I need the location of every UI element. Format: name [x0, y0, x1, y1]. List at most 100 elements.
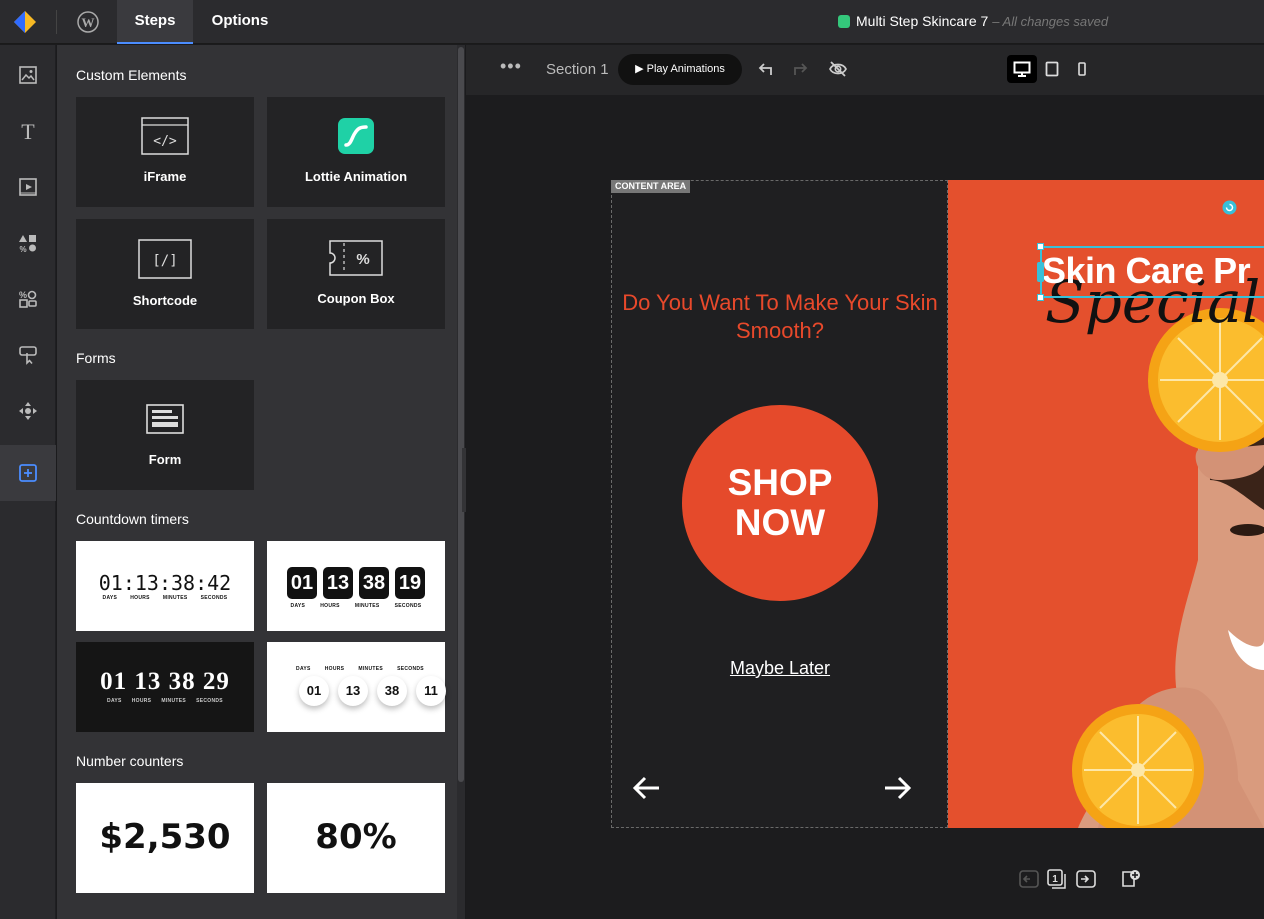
- coupon-icon: %: [329, 240, 383, 276]
- counter-value: 80%: [315, 817, 397, 857]
- arrow-right-icon[interactable]: [881, 772, 913, 804]
- section-title-forms: Forms: [76, 350, 116, 366]
- hide-eye-icon[interactable]: [828, 59, 848, 79]
- tile-form-label: Form: [148, 452, 182, 467]
- tablet-icon: [1045, 61, 1059, 77]
- more-options-icon[interactable]: •••: [500, 56, 522, 77]
- rail-navigation-button[interactable]: [0, 383, 56, 439]
- counter-value: $2,530: [99, 817, 231, 857]
- selection-box: [1040, 246, 1264, 298]
- tile-countdown-style-4[interactable]: DAYS HOURS MINUTES SECONDS 01 13 38 11: [267, 642, 446, 732]
- step-number-icon[interactable]: 1: [1046, 868, 1068, 890]
- tile-iframe-label: iFrame: [143, 169, 187, 184]
- section-title-number-counters: Number counters: [76, 753, 184, 769]
- document-status-icon: [838, 15, 850, 28]
- svg-text:%: %: [356, 251, 369, 268]
- shop-now-line-2: NOW: [734, 502, 826, 543]
- tile-coupon-label: Coupon Box: [317, 291, 395, 306]
- device-tablet-button[interactable]: [1037, 55, 1067, 83]
- popup-headline[interactable]: Do You Want To Make Your Skin Smooth?: [612, 289, 948, 345]
- form-icon: [146, 404, 184, 434]
- device-desktop-button[interactable]: [1007, 55, 1037, 83]
- iframe-icon: </>: [141, 117, 189, 155]
- rotate-icon[interactable]: [1222, 200, 1237, 215]
- tile-counter-percent[interactable]: 80%: [267, 783, 445, 893]
- lottie-icon: [338, 118, 374, 154]
- video-icon: [19, 178, 37, 196]
- svg-text:%: %: [19, 245, 26, 254]
- countdown-value: 01:13:38:42: [98, 571, 232, 595]
- tile-shortcode[interactable]: [/] Shortcode: [76, 219, 254, 329]
- shop-now-line-1: SHOP: [727, 462, 833, 503]
- section-label[interactable]: Section 1: [546, 61, 609, 78]
- section-title-custom-elements: Custom Elements: [76, 67, 187, 83]
- rail-add-element-button[interactable]: [0, 445, 56, 501]
- countdown-blocks: 01 13 38 19: [287, 567, 425, 599]
- scrollbar-thumb[interactable]: [458, 47, 464, 782]
- app-logo-icon[interactable]: [12, 9, 38, 35]
- shop-now-button[interactable]: SHOP NOW: [682, 405, 878, 601]
- mobile-icon: [1078, 62, 1086, 76]
- wordpress-icon[interactable]: W: [74, 8, 102, 36]
- document-title[interactable]: Multi Step Skincare 7 – All changes save…: [838, 13, 1108, 29]
- tab-steps[interactable]: Steps: [117, 0, 193, 44]
- rail-video-button[interactable]: [0, 159, 56, 215]
- device-mobile-button[interactable]: [1067, 55, 1097, 83]
- tile-lottie-animation[interactable]: Lottie Animation: [267, 97, 445, 207]
- undo-icon[interactable]: [758, 59, 778, 79]
- topbar-divider: [56, 10, 57, 34]
- countdown-labels: DAYS HOURS MINUTES SECONDS: [102, 595, 228, 601]
- pointer-button-icon: [19, 346, 37, 365]
- rail-image-button[interactable]: [0, 47, 56, 103]
- play-animations-button[interactable]: ▶ Play Animations: [618, 54, 742, 85]
- countdown-labels: DAYS HOURS MINUTES SECONDS: [296, 666, 424, 672]
- tile-countdown-style-2[interactable]: 01 13 38 19 DAYS HOURS MINUTES SECONDS: [267, 541, 445, 631]
- resize-handle[interactable]: [1037, 294, 1044, 301]
- rail-text-button[interactable]: T: [0, 103, 56, 159]
- rail-widgets-button[interactable]: %: [0, 271, 56, 327]
- save-status: – All changes saved: [992, 14, 1109, 29]
- tile-form[interactable]: Form: [76, 380, 254, 490]
- document-title-text: Multi Step Skincare 7: [856, 13, 989, 29]
- resize-handle[interactable]: [1037, 243, 1044, 250]
- arrow-left-icon[interactable]: [631, 772, 663, 804]
- rail-buttons-button[interactable]: [0, 327, 56, 383]
- redo-icon[interactable]: [788, 59, 808, 79]
- section-title-countdown: Countdown timers: [76, 511, 189, 527]
- text-icon: T: [21, 120, 35, 142]
- top-bar: W Steps Options Multi Step Skincare 7 – …: [0, 0, 1264, 44]
- shapes-icon: %: [19, 235, 36, 254]
- resize-handle-side[interactable]: [1037, 262, 1044, 282]
- tile-shortcode-label: Shortcode: [132, 293, 198, 308]
- move-arrows-icon: [19, 402, 37, 420]
- step-back-icon[interactable]: [1018, 868, 1040, 890]
- tile-counter-money[interactable]: $2,530: [76, 783, 254, 893]
- svg-text:T: T: [21, 120, 35, 142]
- svg-text:W: W: [82, 15, 95, 30]
- svg-text:1: 1: [1052, 874, 1058, 885]
- add-step-icon[interactable]: [1120, 868, 1142, 890]
- tile-countdown-style-3[interactable]: 01 13 38 29 DAYS HOURS MINUTES SECONDS: [76, 642, 254, 732]
- tile-coupon-box[interactable]: % Coupon Box: [267, 219, 445, 329]
- step-forward-icon[interactable]: [1075, 868, 1097, 890]
- widgets-icon: %: [19, 290, 37, 308]
- elements-panel: Custom Elements </> iFrame Lottie Animat…: [57, 45, 457, 919]
- countdown-labels: DAYS HOURS MINUTES SECONDS: [107, 698, 223, 704]
- svg-text:</>: </>: [153, 134, 177, 149]
- image-icon: [19, 66, 37, 84]
- tile-lottie-label: Lottie Animation: [304, 169, 408, 184]
- svg-text:[/]: [/]: [152, 253, 177, 269]
- maybe-later-link[interactable]: Maybe Later: [612, 658, 948, 679]
- left-icon-rail: T % %: [0, 45, 56, 919]
- svg-text:%: %: [19, 290, 27, 300]
- content-area-badge: CONTENT AREA: [611, 180, 691, 193]
- countdown-value: 01 13 38 29: [100, 668, 230, 695]
- countdown-labels: DAYS HOURS MINUTES SECONDS: [290, 603, 422, 609]
- shortcode-icon: [/]: [138, 239, 192, 279]
- desktop-icon: [1013, 61, 1031, 77]
- tile-countdown-style-1[interactable]: 01:13:38:42 DAYS HOURS MINUTES SECONDS: [76, 541, 254, 631]
- tab-options[interactable]: Options: [200, 0, 280, 44]
- tile-iframe[interactable]: </> iFrame: [76, 97, 254, 207]
- add-box-icon: [19, 464, 37, 482]
- rail-shapes-button[interactable]: %: [0, 215, 56, 271]
